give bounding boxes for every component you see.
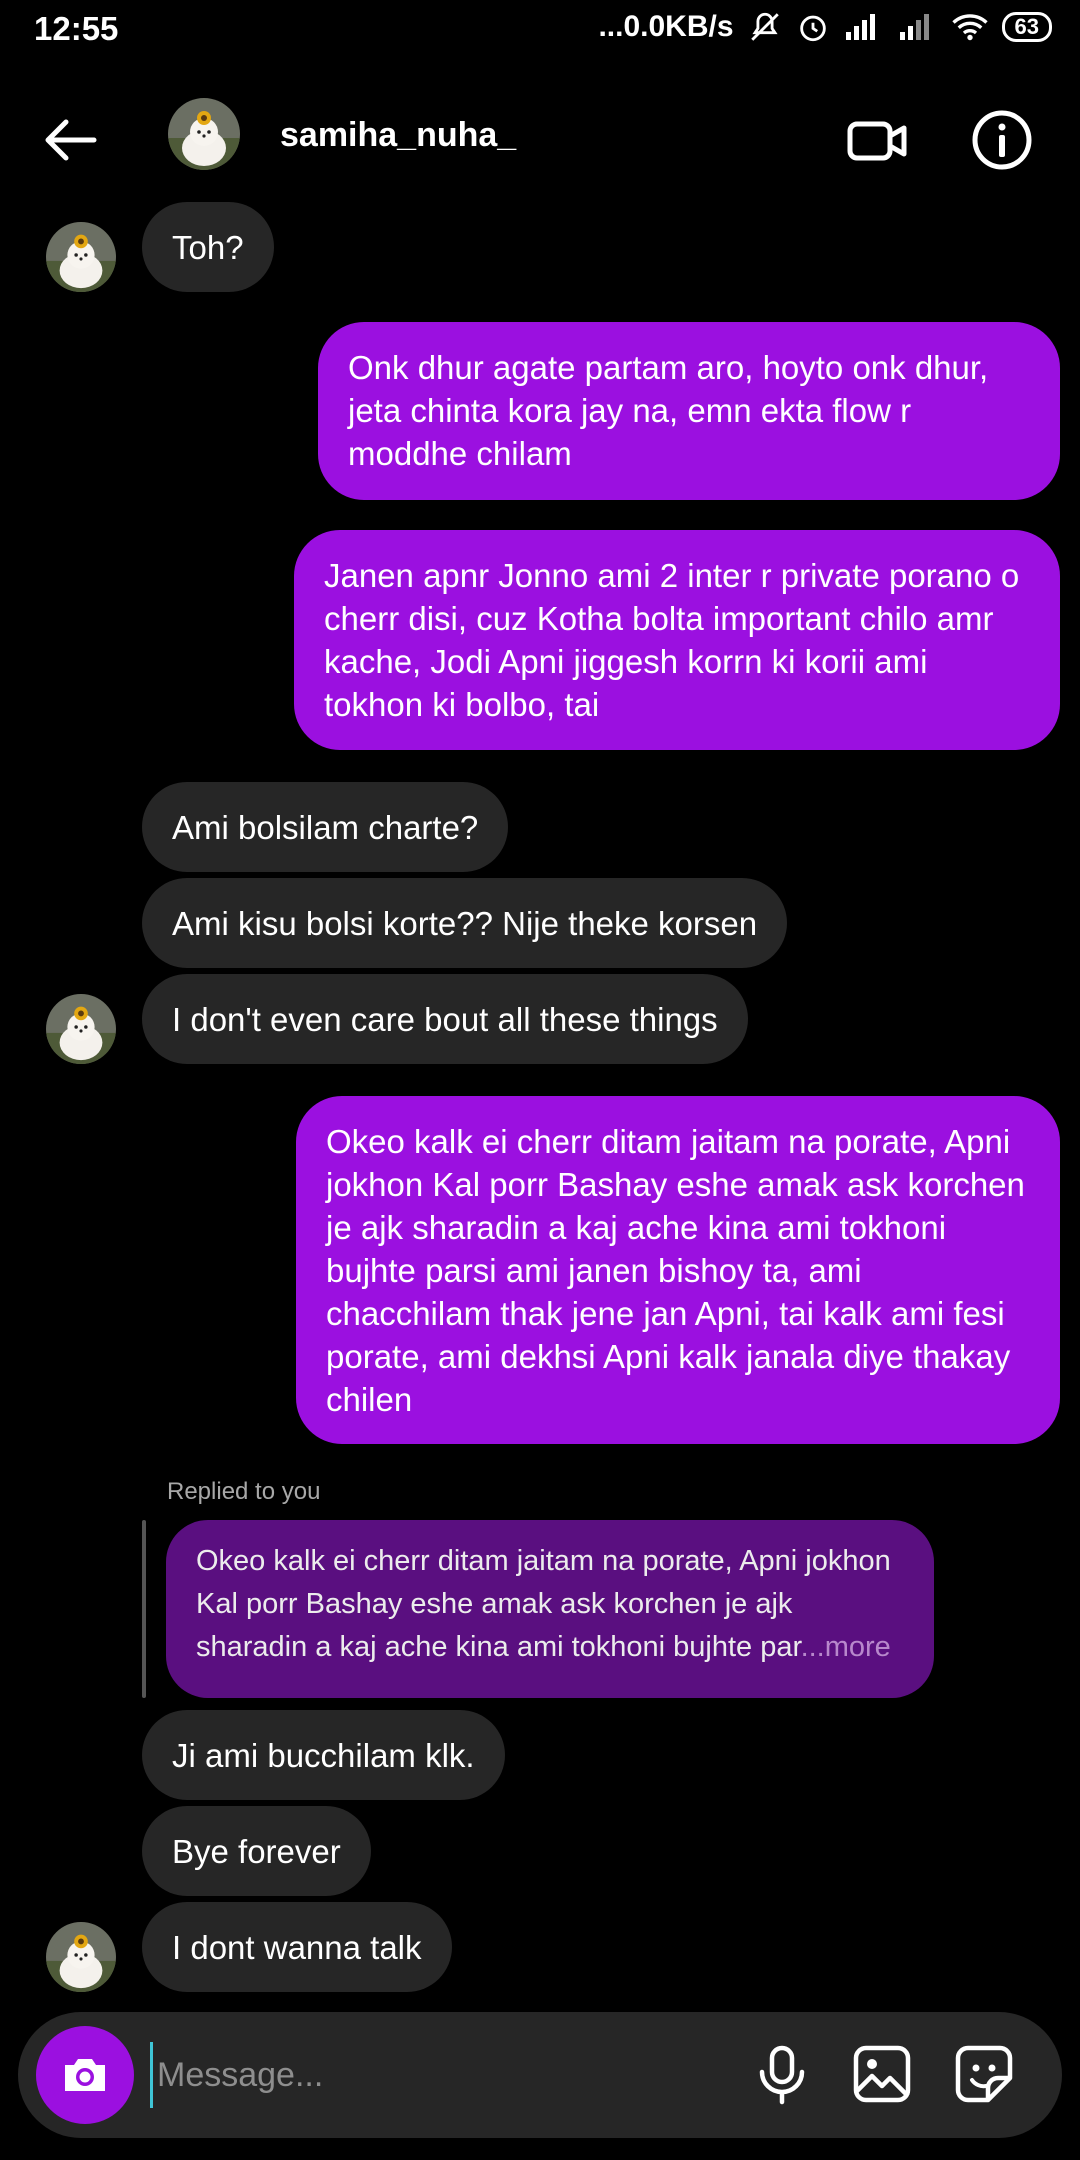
chat-username[interactable]: samiha_nuha_ xyxy=(280,116,516,155)
quoted-more-link[interactable]: ...more xyxy=(801,1631,891,1663)
reply-label: Replied to you xyxy=(167,1478,321,1505)
incoming-message[interactable]: I don't even care bout all these things xyxy=(142,974,748,1064)
status-icons: ...0.0KB/s 63 xyxy=(598,10,1052,44)
camera-button[interactable] xyxy=(36,2026,134,2124)
incoming-message[interactable]: Ji ami bucchilam klk. xyxy=(142,1710,505,1800)
message-composer xyxy=(18,2012,1062,2138)
gallery-button[interactable] xyxy=(850,2042,914,2106)
network-speed: ...0.0KB/s xyxy=(598,10,734,43)
quoted-message[interactable]: Okeo kalk ei cherr ditam jaitam na porat… xyxy=(166,1520,934,1698)
video-call-button[interactable] xyxy=(846,108,910,172)
gallery-icon xyxy=(853,2045,911,2103)
sender-avatar[interactable] xyxy=(46,1922,116,1992)
status-bar: 12:55 ...0.0KB/s 63 xyxy=(0,0,1080,64)
incoming-message[interactable]: I dont wanna talk xyxy=(142,1902,452,1992)
incoming-message[interactable]: Ami bolsilam charte? xyxy=(142,782,509,872)
info-button[interactable] xyxy=(970,108,1034,172)
signal-2-icon xyxy=(898,12,938,42)
camera-icon xyxy=(65,2059,105,2091)
sticker-icon xyxy=(955,2045,1013,2103)
microphone-button[interactable] xyxy=(750,2042,814,2106)
reply-indicator-bar xyxy=(142,1520,146,1698)
microphone-icon xyxy=(759,2045,805,2105)
incoming-message[interactable]: Bye forever xyxy=(142,1806,371,1896)
header-avatar[interactable] xyxy=(168,98,240,170)
sender-avatar[interactable] xyxy=(46,994,116,1064)
mute-icon xyxy=(748,10,782,44)
sender-avatar[interactable] xyxy=(46,222,116,292)
battery-indicator: 63 xyxy=(1001,12,1052,42)
video-call-icon xyxy=(847,121,907,161)
incoming-message[interactable]: Ami kisu bolsi korte?? Nije theke korsen xyxy=(142,878,788,968)
back-arrow-icon xyxy=(45,119,97,161)
incoming-message[interactable]: Toh? xyxy=(142,202,274,292)
outgoing-message[interactable]: Onk dhur agate partam aro, hoyto onk dhu… xyxy=(318,322,1060,500)
message-input[interactable] xyxy=(150,2042,719,2108)
back-button[interactable] xyxy=(38,108,102,172)
outgoing-message[interactable]: Okeo kalk ei cherr ditam jaitam na porat… xyxy=(296,1096,1060,1444)
signal-icon xyxy=(844,12,884,42)
info-icon xyxy=(972,110,1032,170)
quoted-text: Okeo kalk ei cherr ditam jaitam na porat… xyxy=(196,1545,891,1663)
chat-header: samiha_nuha_ xyxy=(0,80,1080,200)
sticker-button[interactable] xyxy=(952,2042,1016,2106)
outgoing-message[interactable]: Janen apnr Jonno ami 2 inter r private p… xyxy=(294,530,1060,750)
status-time: 12:55 xyxy=(34,10,119,47)
wifi-icon xyxy=(951,12,988,42)
alarm-icon xyxy=(796,10,830,44)
